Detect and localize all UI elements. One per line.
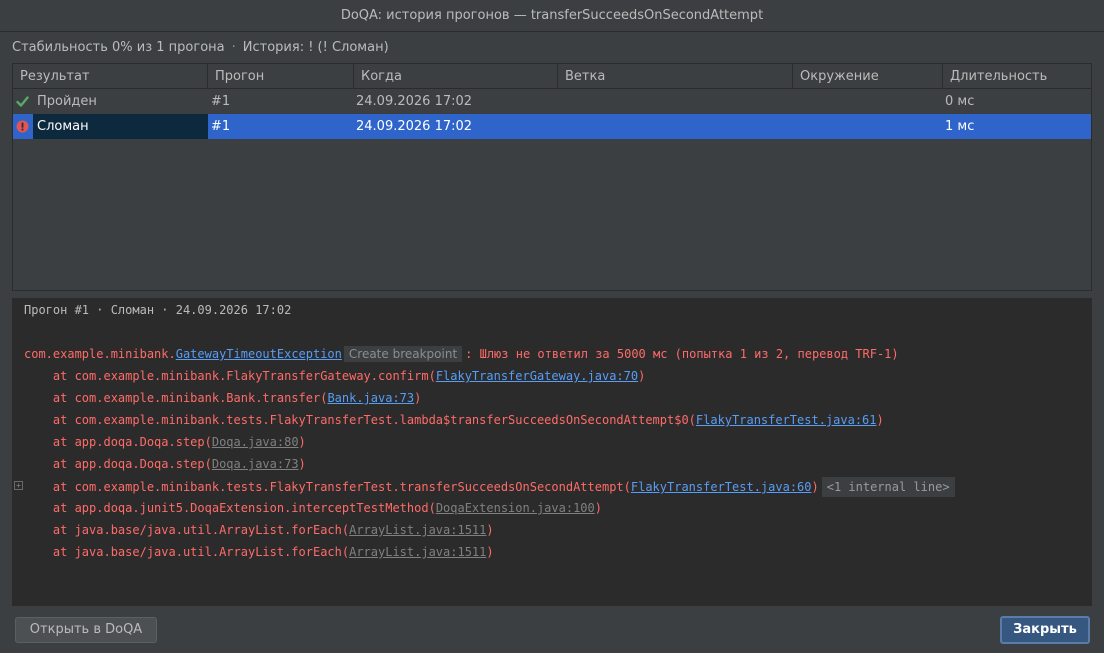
frame-text: at java.base/java.util.ArrayList.forEach… — [24, 523, 350, 537]
stack-frame: at com.example.minibank.FlakyTransferGat… — [24, 367, 645, 385]
close-button[interactable]: Закрыть — [1000, 616, 1090, 644]
row-when: 24.09.2026 17:02 — [356, 94, 473, 109]
frame-text: at app.doqa.Doqa.step( — [24, 457, 212, 471]
folded-internal-lines[interactable]: <1 internal line> — [821, 477, 955, 497]
frame-suffix: ) — [486, 545, 494, 559]
stack-frame: at java.base/java.util.ArrayList.forEach… — [24, 521, 494, 539]
frame-source-link[interactable]: ArrayList.java:1511 — [349, 523, 486, 537]
row-when: 24.09.2026 17:02 — [356, 119, 473, 134]
column-header-result[interactable]: Результат — [13, 64, 208, 89]
frame-text: at com.example.minibank.tests.FlakyTrans… — [24, 413, 696, 427]
stack-frame: at com.example.minibank.tests.FlakyTrans… — [24, 411, 884, 429]
stack-frame: at com.example.minibank.Bank.transfer(Ba… — [24, 389, 421, 407]
create-breakpoint-hint[interactable]: Create breakpoint — [343, 346, 463, 362]
summary-separator: · — [231, 39, 236, 55]
column-header-duration[interactable]: Длительность — [943, 64, 1091, 89]
exception-class-link[interactable]: GatewayTimeoutException — [176, 347, 342, 361]
history-text: История: ! (! Сломан) — [242, 39, 389, 55]
frame-source-link[interactable]: FlakyTransferGateway.java:70 — [436, 369, 638, 383]
stack-frame: at com.example.minibank.tests.FlakyTrans… — [24, 477, 955, 497]
stack-frame: at app.doqa.Doqa.step(Doqa.java:73) — [24, 455, 306, 473]
exception-line: com.example.minibank.GatewayTimeoutExcep… — [24, 345, 899, 363]
frame-source-link[interactable]: Bank.java:73 — [327, 391, 414, 405]
frame-suffix: ) — [298, 457, 306, 471]
row-run: #1 — [211, 94, 231, 109]
table-row[interactable]: Пройден #1 24.09.2026 17:02 0 мс — [13, 89, 1091, 114]
frame-text: at com.example.minibank.Bank.transfer( — [24, 391, 328, 405]
runs-table: Результат Прогон Когда Ветка Окружение Д… — [12, 63, 1092, 291]
console-header: Прогон #1 · Сломан · 24.09.2026 17:02 — [24, 303, 292, 317]
frame-suffix: ) — [811, 480, 819, 494]
frame-suffix: ) — [486, 523, 494, 537]
error-icon — [16, 120, 29, 133]
row-result: Пройден — [37, 94, 97, 109]
stability-text: Стабильность 0% из 1 прогона — [12, 39, 225, 55]
stack-frame: at app.doqa.Doqa.step(Doqa.java:80) — [24, 433, 306, 451]
stability-summary: Стабильность 0% из 1 прогона · История: … — [12, 38, 389, 56]
stack-frame: at java.base/java.util.ArrayList.forEach… — [24, 543, 494, 561]
frame-suffix: ) — [638, 369, 646, 383]
exception-message: : Шлюз не ответил за 5000 мс (попытка 1 … — [465, 347, 899, 361]
frame-source-link[interactable]: FlakyTransferTest.java:60 — [631, 480, 812, 494]
frame-suffix: ) — [298, 435, 306, 449]
table-row[interactable]: Сломан #1 24.09.2026 17:02 1 мс — [13, 114, 1091, 139]
frame-source-link[interactable]: FlakyTransferTest.java:61 — [696, 413, 877, 427]
column-header-when[interactable]: Когда — [354, 64, 558, 89]
frame-text: at app.doqa.junit5.DoqaExtension.interce… — [24, 501, 436, 515]
column-header-branch[interactable]: Ветка — [558, 64, 793, 89]
frame-text: at app.doqa.Doqa.step( — [24, 435, 212, 449]
frame-text: at com.example.minibank.FlakyTransferGat… — [24, 369, 436, 383]
stacktrace-console[interactable]: Прогон #1 · Сломан · 24.09.2026 17:02 co… — [12, 298, 1092, 606]
frame-text: at com.example.minibank.tests.FlakyTrans… — [24, 480, 631, 494]
exception-package: com.example.minibank. — [24, 347, 176, 361]
row-run: #1 — [211, 119, 231, 134]
frame-suffix: ) — [594, 501, 602, 515]
frame-text: at java.base/java.util.ArrayList.forEach… — [24, 545, 350, 559]
frame-source-link[interactable]: DoqaExtension.java:100 — [436, 501, 595, 515]
frame-source-link[interactable]: ArrayList.java:1511 — [349, 545, 486, 559]
table-header: Результат Прогон Когда Ветка Окружение Д… — [13, 64, 1091, 89]
open-in-doqa-button[interactable]: Открыть в DoQA — [15, 617, 157, 643]
stack-frame: at app.doqa.junit5.DoqaExtension.interce… — [24, 499, 602, 517]
window-title: DoQA: история прогонов — transferSucceed… — [340, 8, 764, 23]
column-header-environment[interactable]: Окружение — [793, 64, 943, 89]
row-result: Сломан — [33, 114, 208, 139]
expand-fold-icon[interactable]: + — [14, 481, 23, 490]
row-duration: 1 мс — [945, 119, 975, 134]
column-header-run[interactable]: Прогон — [208, 64, 354, 89]
frame-source-link[interactable]: Doqa.java:80 — [212, 435, 299, 449]
frame-source-link[interactable]: Doqa.java:73 — [212, 457, 299, 471]
frame-suffix: ) — [876, 413, 884, 427]
check-icon — [16, 96, 29, 107]
frame-suffix: ) — [414, 391, 422, 405]
row-duration: 0 мс — [945, 94, 975, 109]
window-titlebar: DoQA: история прогонов — transferSucceed… — [0, 0, 1104, 32]
